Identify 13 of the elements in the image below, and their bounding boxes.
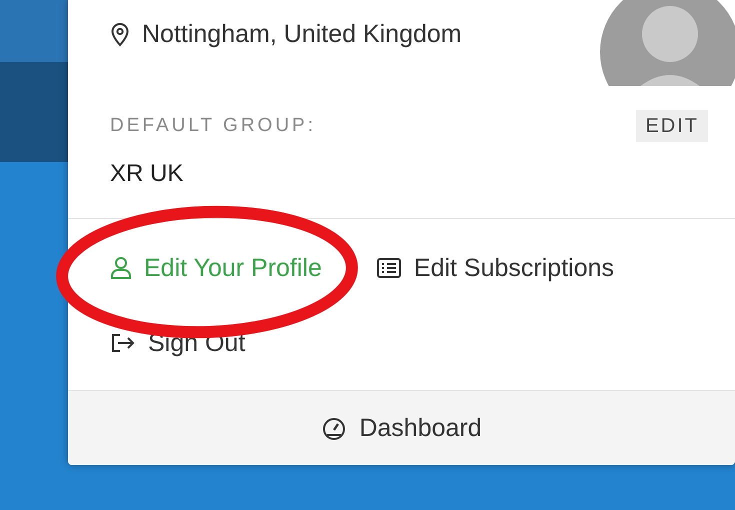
dashboard-link[interactable]: Dashboard xyxy=(68,391,735,465)
person-icon xyxy=(110,256,132,280)
location-pin-icon xyxy=(110,22,130,48)
location-text: Nottingham, United Kingdom xyxy=(142,20,462,49)
default-group-label: DEFAULT GROUP: xyxy=(110,115,316,137)
default-group-value: XR UK xyxy=(110,160,184,188)
avatar-icon xyxy=(600,0,735,86)
list-icon xyxy=(376,257,402,279)
sign-out-icon xyxy=(110,332,136,354)
header-bar-background xyxy=(0,0,68,62)
menu-link[interactable]: Edit Subscriptions xyxy=(376,253,614,283)
edit-button[interactable]: EDIT xyxy=(636,110,708,142)
gauge-icon xyxy=(321,416,348,440)
